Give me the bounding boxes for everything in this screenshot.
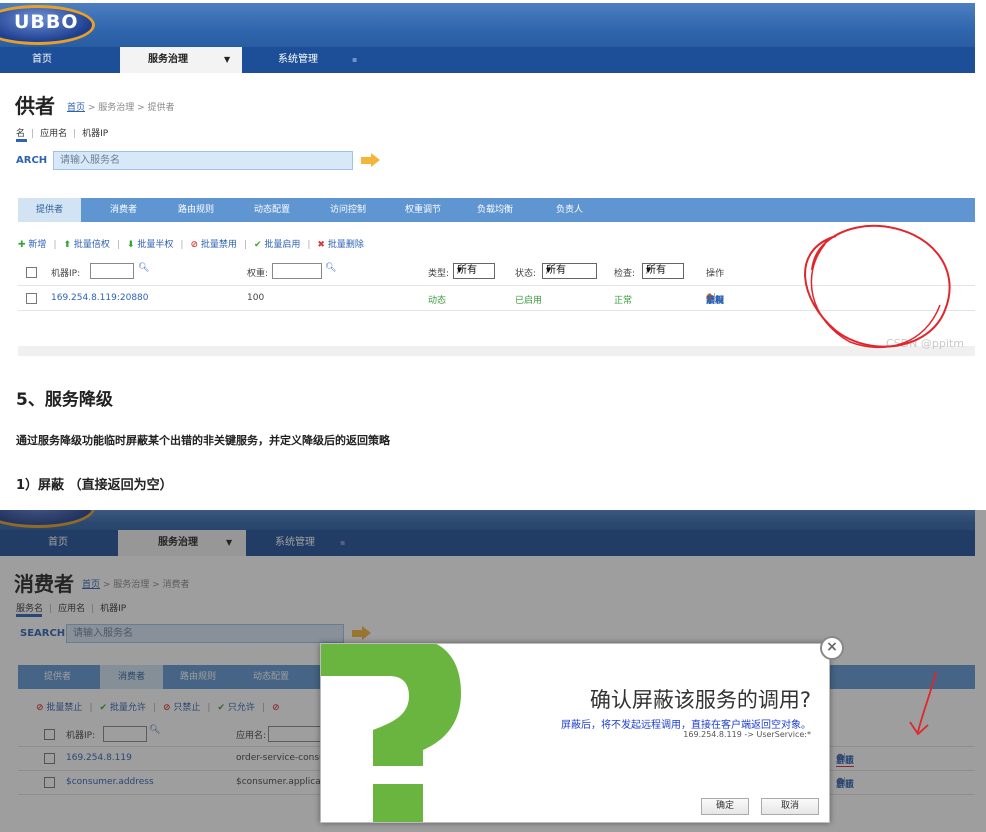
sub-heading: 1）屏蔽 （直接返回为空） bbox=[16, 478, 173, 493]
dialog-detail: 169.254.8.119 -> UserService:* bbox=[683, 730, 811, 739]
dialog-close-icon[interactable]: × bbox=[820, 636, 844, 660]
dialog-title: 确认屏蔽该服务的调用? bbox=[589, 688, 811, 712]
section-heading: 5、服务降级 bbox=[16, 390, 113, 410]
provider-screenshot: UBBO 首页 服务治理 ▼ 系统管理 ▪ 供者 首页 > 服务治理 > 提供者… bbox=[0, 0, 986, 362]
question-mark-icon bbox=[321, 644, 461, 822]
section-paragraph: 通过服务降级功能临时屏蔽某个出错的非关键服务，并定义降级后的返回策略 bbox=[16, 434, 390, 447]
dialog-message: 屏蔽后，将不发起远程调用，直接在客户端返回空对象。 bbox=[561, 720, 811, 731]
confirm-button[interactable]: 确定 bbox=[701, 798, 749, 815]
confirm-mask-dialog: 确认屏蔽该服务的调用? 屏蔽后，将不发起远程调用，直接在客户端返回空对象。 16… bbox=[320, 643, 830, 823]
red-annotation-circle bbox=[804, 224, 951, 349]
cancel-button[interactable]: 取消 bbox=[761, 798, 819, 815]
